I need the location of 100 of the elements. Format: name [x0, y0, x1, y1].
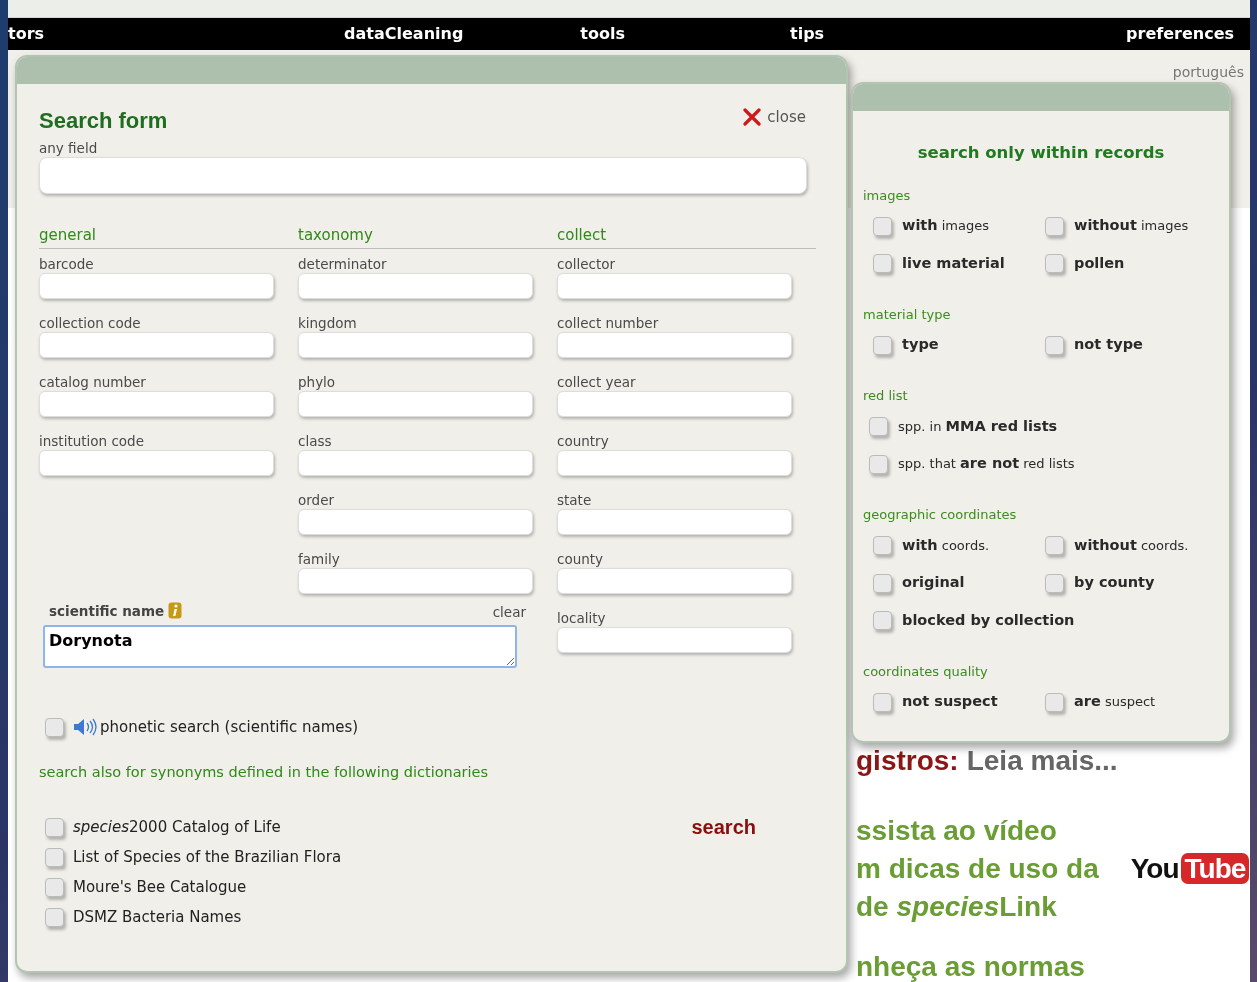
option-label: with images [902, 216, 990, 236]
text-input[interactable] [39, 390, 274, 417]
field-label: catalog number [39, 372, 147, 391]
read-more-link[interactable]: Leia mais... [966, 742, 1118, 780]
section-heading: images [863, 186, 912, 205]
option-label: not type [1074, 335, 1143, 355]
phonetic-label: phonetic search (scientific names) [100, 716, 359, 738]
checkbox[interactable] [45, 717, 64, 737]
close-button[interactable]: close [743, 106, 806, 129]
field-label: any field [39, 139, 99, 157]
text-input[interactable] [39, 272, 274, 299]
field-label: country [557, 431, 610, 450]
dictionary-label: DSMZ Bacteria Names [73, 906, 242, 928]
text-input[interactable] [557, 331, 792, 358]
checkbox[interactable] [873, 611, 892, 631]
text-input[interactable] [298, 272, 533, 299]
field-label: institution code [39, 431, 145, 450]
search-button[interactable]: search [691, 812, 756, 842]
checkbox[interactable] [1045, 535, 1064, 555]
video-text: m dicas de uso da [856, 852, 1099, 886]
checkbox[interactable] [873, 692, 892, 712]
section-heading: material type [863, 305, 952, 324]
video-text: de speciesLink [856, 890, 1058, 924]
section-heading: coordinates quality [863, 662, 989, 681]
text-input[interactable] [557, 272, 792, 299]
speaker-icon [73, 718, 99, 736]
checkbox[interactable] [869, 416, 888, 436]
checkbox[interactable] [45, 817, 64, 837]
field-label: phylo [298, 372, 337, 391]
checkbox[interactable] [1045, 573, 1064, 593]
text-input[interactable] [557, 567, 792, 594]
option-label: are suspect [1074, 692, 1156, 712]
section-heading: geographic coordinates [863, 506, 1018, 524]
nav-link-item[interactable]: dataCleaning [344, 22, 464, 46]
info-icon[interactable] [168, 602, 183, 620]
text-input[interactable] [298, 508, 533, 535]
checkbox[interactable] [869, 454, 888, 474]
synonyms-heading: search also for synonyms defined in the following dictionaries [39, 763, 490, 783]
field-label: county [557, 549, 605, 568]
rules-text: nheça as normas [856, 950, 1086, 982]
section-heading: taxonomy [298, 224, 557, 249]
checkbox[interactable] [45, 877, 64, 897]
nav-link-item[interactable]: tors [8, 22, 45, 46]
section-heading: collect [557, 224, 816, 249]
scientific-name-field[interactable]: Dorynota [43, 624, 517, 668]
field-label: collector [557, 254, 616, 273]
text-input[interactable] [298, 567, 533, 594]
checkbox[interactable] [45, 847, 64, 867]
nav-link-item[interactable]: tips [790, 22, 825, 46]
panel-title: search only within records [916, 142, 1166, 164]
checkbox[interactable] [873, 535, 892, 555]
field-label: class [298, 431, 333, 450]
section-heading: red list [863, 387, 909, 405]
option-label: blocked by collection [902, 611, 1075, 630]
nav-link-item[interactable]: preferences [1126, 22, 1235, 46]
checkbox[interactable] [1045, 216, 1064, 236]
form-title: Search form [39, 107, 168, 135]
checkbox[interactable] [873, 216, 892, 236]
video-logo[interactable]: You Tube [1130, 850, 1250, 888]
checkbox[interactable] [873, 335, 892, 355]
checkbox[interactable] [1045, 692, 1064, 712]
any-field-input[interactable] [39, 157, 807, 194]
checkbox[interactable] [45, 907, 64, 927]
text-input[interactable] [557, 449, 792, 476]
option-label: with coords. [902, 535, 990, 555]
notice-text: gistros: [856, 744, 959, 778]
text-input[interactable] [39, 449, 274, 476]
option-label: original [902, 573, 965, 593]
checkbox[interactable] [873, 573, 892, 593]
option-label: without images [1074, 216, 1189, 236]
field-label: family [298, 549, 341, 568]
nav-link-item[interactable]: tools [580, 22, 625, 46]
field-label: collection code [39, 313, 142, 332]
checkbox[interactable] [1045, 254, 1064, 274]
text-input[interactable] [557, 390, 792, 417]
option-label: not suspect [902, 692, 998, 712]
field-label: state [557, 490, 593, 509]
option-label: spp. in MMA red lists [898, 416, 1058, 436]
field-label: barcode [39, 254, 95, 273]
dictionary-label: species2000 Catalog of Life [73, 816, 281, 838]
text-input[interactable] [298, 449, 533, 476]
field-label: determinator [298, 254, 388, 273]
field-label: collect year [557, 372, 637, 391]
field-label: kingdom [298, 313, 358, 332]
checkbox[interactable] [873, 254, 892, 274]
text-input[interactable] [298, 331, 533, 358]
text-input[interactable] [39, 331, 274, 358]
field-label: order [298, 490, 335, 509]
checkbox[interactable] [1045, 335, 1064, 355]
language-link[interactable]: português [1172, 62, 1244, 83]
dictionary-label: Moure's Bee Catalogue [73, 876, 247, 898]
section-heading: general [39, 224, 298, 249]
text-input[interactable] [557, 508, 792, 535]
text-input[interactable] [298, 390, 533, 417]
option-label: by county [1074, 573, 1155, 593]
video-text: ssista ao vídeo [856, 814, 1058, 848]
text-input[interactable] [557, 626, 792, 653]
option-label: spp. that are not red lists [898, 454, 1075, 474]
clear-link[interactable]: clear [492, 602, 526, 621]
option-label: live material [902, 254, 1005, 273]
